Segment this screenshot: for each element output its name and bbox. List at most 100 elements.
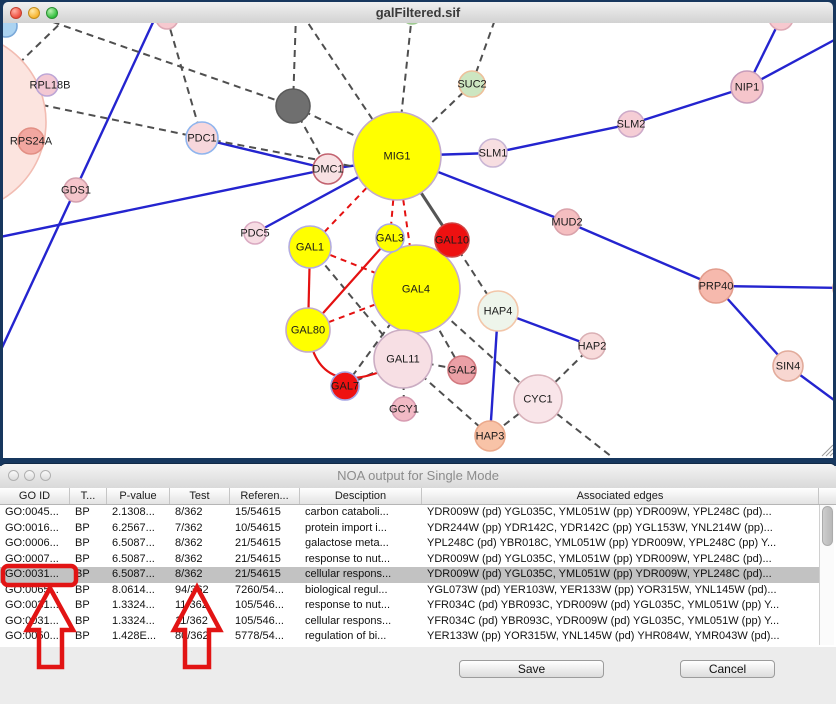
node-label-rps24a: RPS24A [10, 136, 53, 148]
window-title: galFiltered.sif [3, 5, 833, 20]
node-label-hap2: HAP2 [578, 341, 607, 353]
vertical-scrollbar[interactable] [819, 505, 834, 645]
node-label-mig1: MIG1 [384, 151, 411, 163]
edge-blue[interactable] [203, 139, 328, 169]
edge-dash[interactable] [30, 23, 293, 106]
cell-edges: YPL248C (pd) YBR018C, YML051W (pp) YDR00… [422, 536, 819, 552]
cell-p-value: 1.3324... [107, 614, 170, 630]
cell-test: 11/362 [170, 598, 230, 614]
node-label-gal80: GAL80 [291, 325, 325, 337]
node-label-gds1: GDS1 [61, 185, 91, 197]
table-row[interactable]: GO:0065...BP8.0614...94/3627260/54...bio… [0, 583, 820, 599]
noa-titlebar[interactable]: NOA output for Single Mode [0, 464, 836, 489]
node-label-pdc5: PDC5 [240, 228, 269, 240]
node-unlabeled-topleft[interactable] [3, 23, 17, 37]
cell-go-id: GO:0065... [0, 583, 70, 599]
results-table: GO IDT...P-valueTestReferen...Desciption… [0, 488, 836, 647]
node-label-cyc1: CYC1 [523, 394, 552, 406]
cell-edges: YDR009W (pd) YGL035C, YML051W (pp) YDR00… [422, 567, 819, 583]
node-pink-partial-top-right[interactable] [769, 23, 793, 30]
cell-type: BP [70, 536, 107, 552]
cell-p-value: 1.428E... [107, 629, 170, 645]
node-label-gal10: GAL10 [435, 235, 469, 247]
cell-p-value: 6.5087... [107, 536, 170, 552]
column-header-associatededges[interactable]: Associated edges [422, 488, 819, 504]
cell-go-id: GO:0045... [0, 505, 70, 521]
cell-description: protein import i... [300, 521, 422, 537]
node-label-gal11: GAL11 [386, 354, 419, 366]
column-header-test[interactable]: Test [170, 488, 230, 504]
cell-description: biological regul... [300, 583, 422, 599]
node-label-gal7: GAL7 [331, 381, 359, 393]
cell-edges: YER133W (pp) YOR315W, YNL145W (pd) YHR08… [422, 629, 819, 645]
edge-dash[interactable] [202, 138, 372, 170]
table-header-row: GO IDT...P-valueTestReferen...Desciption… [0, 488, 836, 505]
cancel-button[interactable]: Cancel [680, 660, 775, 678]
node-label-rpl18b: RPL18B [30, 80, 71, 92]
node-large-left[interactable] [3, 32, 46, 212]
node-label-slm2: SLM2 [617, 119, 646, 131]
cell-reference: 15/54615 [230, 505, 300, 521]
cell-description: response to nut... [300, 552, 422, 568]
column-header-pvalue[interactable]: P-value [107, 488, 170, 504]
column-header-referen[interactable]: Referen... [230, 488, 300, 504]
table-row[interactable]: GO:0007...BP6.5087...8/36221/54615respon… [0, 552, 820, 568]
cell-go-id: GO:0031... [0, 614, 70, 630]
network-window-titlebar[interactable]: galFiltered.sif [3, 2, 833, 24]
node-label-gal3: GAL3 [376, 233, 404, 245]
node-pink-partial-top-left[interactable] [156, 23, 178, 29]
cell-go-id: GO:0016... [0, 521, 70, 537]
cell-reference: 21/54615 [230, 552, 300, 568]
column-header-desciption[interactable]: Desciption [300, 488, 422, 504]
edge-dash[interactable] [167, 23, 202, 138]
cell-go-id: GO:0006... [0, 536, 70, 552]
scrollbar-thumb[interactable] [822, 506, 833, 546]
cell-go-id: GO:0007... [0, 552, 70, 568]
edge-blue[interactable] [493, 124, 631, 153]
cell-test: 94/362 [170, 583, 230, 599]
column-header-t[interactable]: T... [70, 488, 107, 504]
table-row[interactable]: GO:0050...BP1.428E...80/3625778/54...reg… [0, 629, 820, 645]
cell-go-id: GO:0050... [0, 629, 70, 645]
node-label-hap3: HAP3 [476, 431, 505, 443]
node-label-nip1: NIP1 [735, 82, 759, 94]
cell-description: regulation of bi... [300, 629, 422, 645]
cell-type: BP [70, 505, 107, 521]
cell-reference: 10/54615 [230, 521, 300, 537]
edge-blue[interactable] [631, 87, 747, 124]
network-canvas[interactable]: RPL18BRPS24AGDS1PDC1MIG1DMC1SUC2SLM1SLM2… [3, 23, 833, 458]
save-button[interactable]: Save [459, 660, 604, 678]
column-header-goid[interactable]: GO ID [0, 488, 70, 504]
cell-p-value: 6.5087... [107, 552, 170, 568]
cell-test: 8/362 [170, 567, 230, 583]
edge-blue[interactable] [567, 222, 716, 286]
table-row[interactable]: GO:0031...BP6.5087...8/36221/54615cellul… [0, 567, 820, 583]
node-green-partial-top[interactable] [402, 23, 422, 24]
cell-edges: YGL073W (pd) YER103W, YER133W (pp) YOR31… [422, 583, 819, 599]
cell-p-value: 6.2567... [107, 521, 170, 537]
resize-grip-icon[interactable] [830, 453, 833, 456]
cell-type: BP [70, 629, 107, 645]
network-graph: RPL18BRPS24AGDS1PDC1MIG1DMC1SUC2SLM1SLM2… [3, 23, 833, 458]
node-label-dmc1: DMC1 [312, 164, 343, 176]
cell-test: 7/362 [170, 521, 230, 537]
cell-test: 80/362 [170, 629, 230, 645]
node-dark-gray[interactable] [276, 89, 310, 123]
table-row[interactable]: GO:0031...BP1.3324...11/362105/546...res… [0, 598, 820, 614]
cell-description: galactose meta... [300, 536, 422, 552]
cell-description: cellular respons... [300, 614, 422, 630]
node-label-sin4: SIN4 [776, 361, 800, 373]
edge-blue[interactable] [3, 169, 328, 237]
cell-edges: YFR034C (pd) YBR093C, YDR009W (pd) YGL03… [422, 614, 819, 630]
cell-p-value: 1.3324... [107, 598, 170, 614]
node-label-slm1: SLM1 [479, 148, 508, 160]
cell-description: response to nut... [300, 598, 422, 614]
table-row[interactable]: GO:0006...BP6.5087...8/36221/54615galact… [0, 536, 820, 552]
cell-edges: YDR009W (pd) YGL035C, YML051W (pp) YDR00… [422, 552, 819, 568]
table-row[interactable]: GO:0045...BP2.1308...8/36215/54615carbon… [0, 505, 820, 521]
resize-grip-icon[interactable] [826, 449, 833, 456]
table-row[interactable]: GO:0016...BP6.2567...7/36210/54615protei… [0, 521, 820, 537]
node-label-suc2: SUC2 [457, 79, 486, 91]
table-row[interactable]: GO:0031...BP1.3324...11/362105/546...cel… [0, 614, 820, 630]
node-label-gal1: GAL1 [296, 242, 324, 254]
